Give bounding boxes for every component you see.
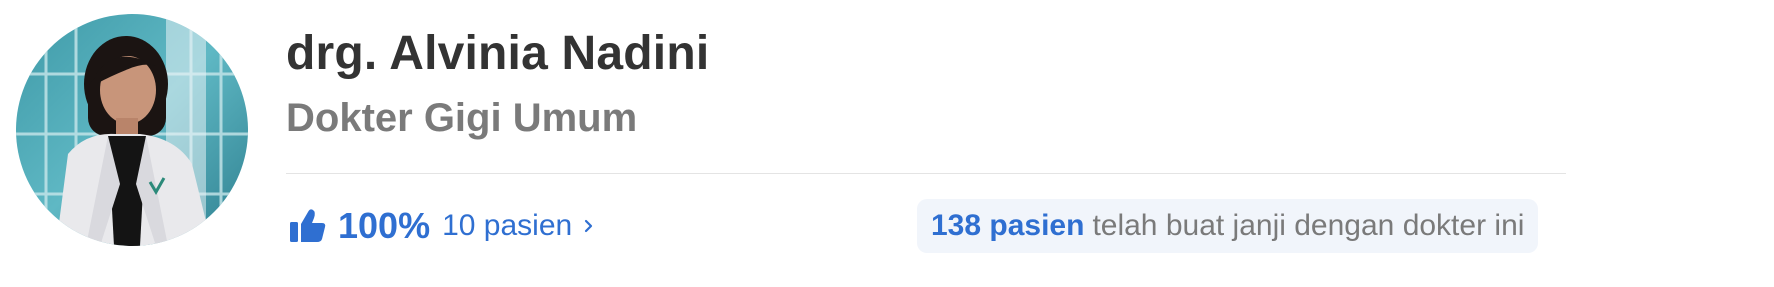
booking-count: 138 pasien <box>931 209 1085 242</box>
doctor-specialty: Dokter Gigi Umum <box>286 96 638 140</box>
booking-text: telah buat janji dengan dokter ini <box>1092 209 1525 242</box>
booking-count-badge: 138 pasien telah buat janji dengan dokte… <box>917 199 1539 253</box>
rating-patient-count: 10 pasien <box>442 209 573 242</box>
doctor-name: drg. Alvinia Nadini <box>286 27 710 80</box>
rating-percentage: 100% <box>338 205 431 246</box>
thumbs-up-icon <box>290 209 326 242</box>
rating-link[interactable]: 100% 10 pasien <box>288 202 596 250</box>
doctor-info: drg. Alvinia Nadini Dokter Gigi Umum 100… <box>286 0 1774 287</box>
doctor-avatar <box>16 14 248 246</box>
doctor-profile-card: drg. Alvinia Nadini Dokter Gigi Umum 100… <box>0 0 1774 287</box>
chevron-right-icon <box>585 219 593 233</box>
doctor-photo <box>16 14 248 246</box>
divider <box>286 173 1566 174</box>
